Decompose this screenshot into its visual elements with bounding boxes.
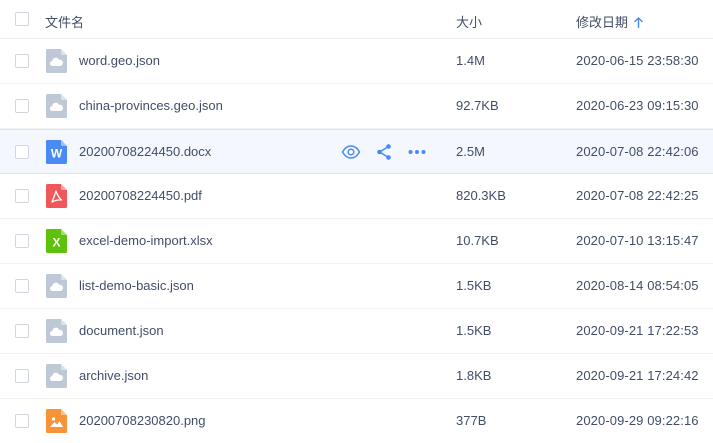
file-name[interactable]: excel-demo-import.xlsx xyxy=(79,233,213,248)
file-modified-date: 2020-07-08 22:42:25 xyxy=(576,188,699,203)
cloud-file-icon xyxy=(46,94,67,118)
file-size: 92.7KB xyxy=(456,98,499,113)
file-name[interactable]: china-provinces.geo.json xyxy=(79,98,223,113)
file-row[interactable]: W 20200708224450.docx 2.5M 2020-07-08 22:42… xyxy=(0,129,713,174)
row-checkbox[interactable] xyxy=(15,189,29,203)
list-header: 文件名 大小 修改日期 xyxy=(0,0,713,39)
row-checkbox[interactable] xyxy=(15,414,29,428)
file-size: 1.4M xyxy=(456,53,485,68)
file-row[interactable]: list-demo-basic.json 1.5KB 2020-08-14 08:5… xyxy=(0,264,713,309)
file-modified-date: 2020-07-08 22:42:06 xyxy=(576,144,699,159)
column-header-modified-label: 修改日期 xyxy=(576,15,629,30)
file-size: 10.7KB xyxy=(456,233,499,248)
file-modified-date: 2020-08-14 08:54:05 xyxy=(576,278,699,293)
file-size: 820.3KB xyxy=(456,188,506,203)
file-modified-date: 2020-09-21 17:24:42 xyxy=(576,368,699,383)
column-header-modified[interactable]: 修改日期 xyxy=(576,12,643,31)
file-name[interactable]: 20200708224450.docx xyxy=(79,144,211,159)
row-checkbox[interactable] xyxy=(15,99,29,113)
word-file-icon: W xyxy=(46,140,67,164)
preview-eye-icon[interactable] xyxy=(341,142,361,162)
row-checkbox[interactable] xyxy=(15,369,29,383)
file-size: 377B xyxy=(456,413,487,428)
share-icon[interactable] xyxy=(374,142,394,162)
file-modified-date: 2020-09-21 17:22:53 xyxy=(576,323,699,338)
row-checkbox[interactable] xyxy=(15,54,29,68)
file-row[interactable]: archive.json 1.8KB 2020-09-21 17:24:42 xyxy=(0,354,713,399)
more-dots-icon[interactable] xyxy=(407,142,427,162)
row-checkbox[interactable] xyxy=(15,234,29,248)
file-size: 1.5KB xyxy=(456,323,492,338)
file-size: 1.8KB xyxy=(456,368,492,383)
file-row[interactable]: china-provinces.geo.json 92.7KB 2020-06-23… xyxy=(0,84,713,129)
column-header-name[interactable]: 文件名 xyxy=(45,12,84,31)
select-all-checkbox[interactable] xyxy=(15,12,29,26)
cloud-file-icon xyxy=(46,319,67,343)
file-name[interactable]: archive.json xyxy=(79,368,148,383)
file-name[interactable]: 20200708230820.png xyxy=(79,413,206,428)
cloud-file-icon xyxy=(46,364,67,388)
pdf-file-icon xyxy=(46,184,67,208)
arrow-up-icon[interactable] xyxy=(634,17,643,28)
excel-file-icon: X xyxy=(46,229,67,253)
file-row[interactable]: document.json 1.5KB 2020-09-21 17:22:53 xyxy=(0,309,713,354)
file-size: 2.5M xyxy=(456,144,485,159)
file-modified-date: 2020-06-15 23:58:30 xyxy=(576,53,699,68)
cloud-file-icon xyxy=(46,49,67,73)
file-row[interactable]: Xexcel-demo-import.xlsx 10.7KB 2020-07-10 … xyxy=(0,219,713,264)
file-size: 1.5KB xyxy=(456,278,492,293)
file-modified-date: 2020-09-29 09:22:16 xyxy=(576,413,699,428)
svg-text:X: X xyxy=(52,236,60,250)
file-row[interactable]: 20200708224450.pdf 820.3KB 2020-07-08 22:4… xyxy=(0,174,713,219)
file-row[interactable]: 20200708230820.png 377B 2020-09-29 09:22:1… xyxy=(0,399,713,443)
row-actions xyxy=(341,142,431,162)
image-file-icon xyxy=(46,409,67,433)
cloud-file-icon xyxy=(46,274,67,298)
row-checkbox[interactable] xyxy=(15,279,29,293)
file-name[interactable]: 20200708224450.pdf xyxy=(79,188,202,203)
row-checkbox[interactable] xyxy=(15,324,29,338)
file-modified-date: 2020-06-23 09:15:30 xyxy=(576,98,699,113)
file-modified-date: 2020-07-10 13:15:47 xyxy=(576,233,699,248)
svg-text:W: W xyxy=(51,147,63,161)
row-checkbox[interactable] xyxy=(15,145,29,159)
file-name[interactable]: list-demo-basic.json xyxy=(79,278,194,293)
file-name[interactable]: document.json xyxy=(79,323,164,338)
file-name[interactable]: word.geo.json xyxy=(79,53,160,68)
file-row[interactable]: word.geo.json 1.4M 2020-06-15 23:58:30 xyxy=(0,39,713,84)
file-list: 文件名 大小 修改日期 word.geo.json 1.4M 2020-06-15 … xyxy=(0,0,713,443)
column-header-size[interactable]: 大小 xyxy=(456,12,482,31)
